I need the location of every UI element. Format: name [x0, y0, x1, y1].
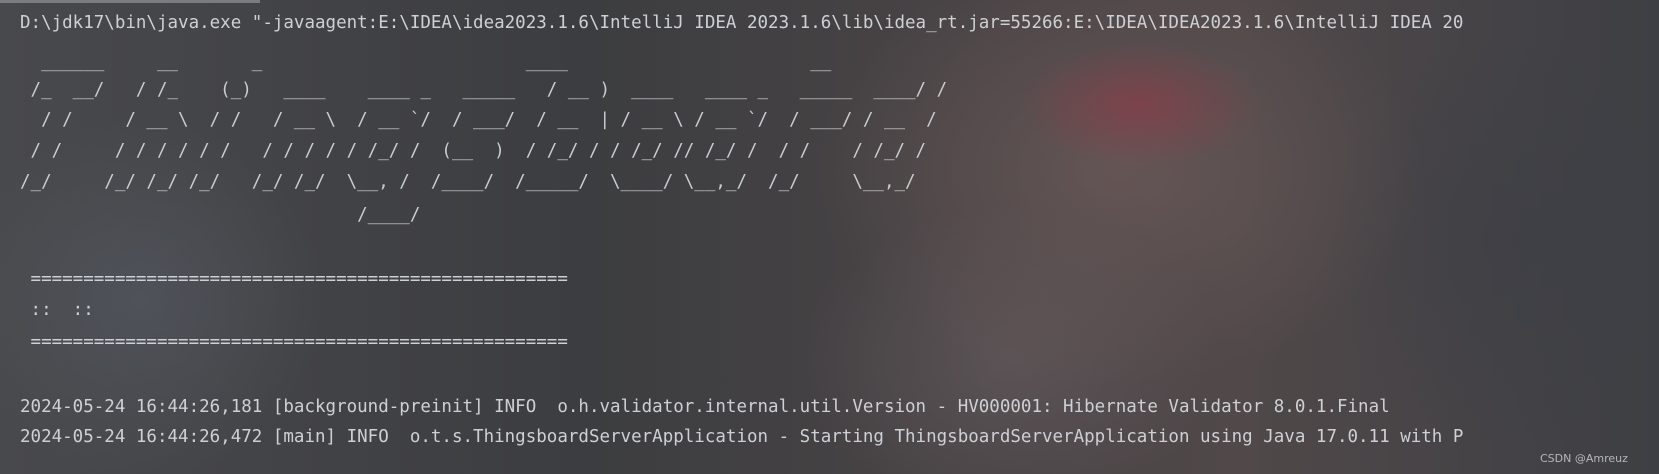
scrollbar-thumb[interactable]: [0, 0, 260, 3]
banner-line: / / / __ \ / / / __ \ / __ `/ / ___/ / _…: [20, 110, 937, 130]
banner-line: / / / / / / / / / / / / / /_/ / (__ ) / …: [20, 141, 927, 161]
banner-line: /_/ /_/ /_/ /_/ /_/ /_/ \__, / /____/ /_…: [20, 172, 916, 192]
console-output-panel[interactable]: D:\jdk17\bin\java.exe "-javaagent:E:\IDE…: [0, 0, 1659, 474]
log-line: 2024-05-24 16:44:26,472 [main] INFO o.t.…: [20, 427, 1464, 447]
command-line: D:\jdk17\bin\java.exe "-javaagent:E:\IDE…: [20, 13, 1464, 33]
info-line: :: ::: [20, 300, 94, 320]
banner-line: /_ __/ / /_ (_) ____ ____ _ _____ / __ )…: [20, 80, 948, 100]
banner-line: /____/: [20, 205, 421, 225]
separator-top: ========================================…: [20, 269, 568, 289]
separator-bottom: ========================================…: [20, 332, 568, 352]
watermark: CSDN @Amreuz: [1540, 452, 1628, 465]
log-line: 2024-05-24 16:44:26,181 [background-prei…: [20, 397, 1390, 417]
